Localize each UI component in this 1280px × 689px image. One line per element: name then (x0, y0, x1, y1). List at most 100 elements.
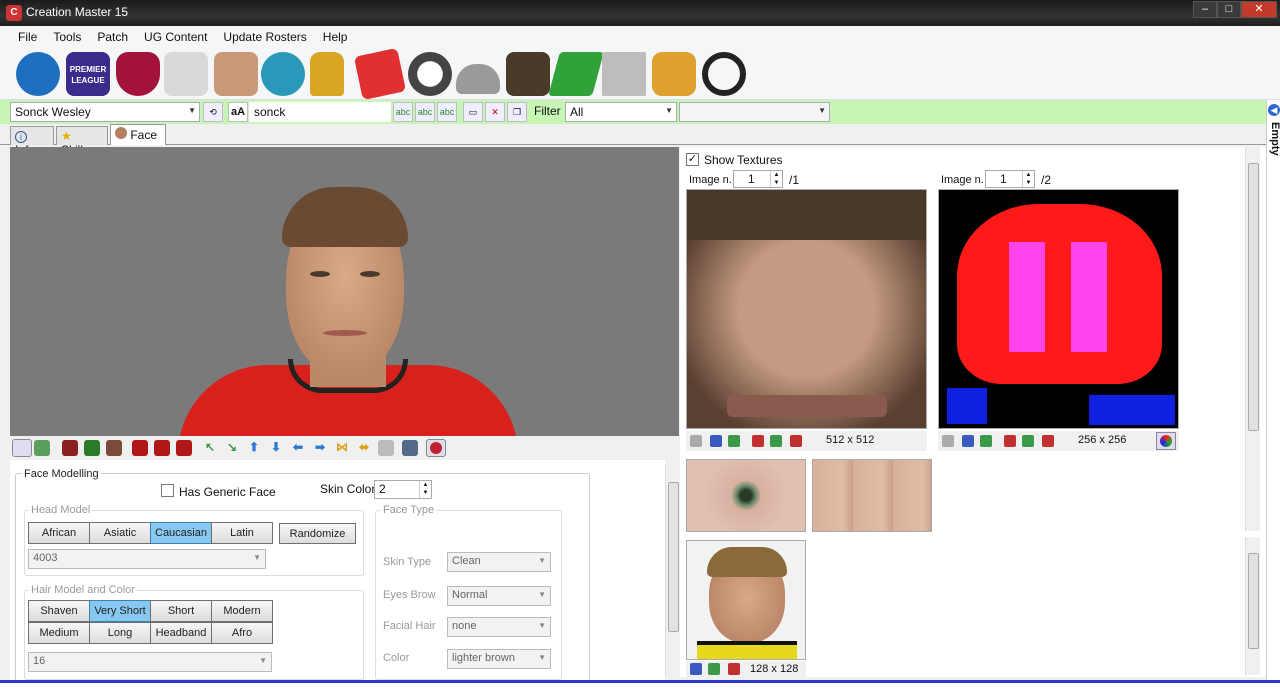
player-icon[interactable] (214, 52, 258, 96)
head-asiatic-button[interactable]: Asiatic (89, 522, 151, 544)
randomize-button[interactable]: Randomize (279, 523, 356, 544)
pitch-icon[interactable] (548, 52, 604, 96)
newspaper-icon[interactable] (602, 52, 646, 96)
spell-check-3-icon[interactable]: abc (437, 102, 457, 122)
stepper-arrows-icon[interactable]: ▲ ▼ (419, 481, 431, 498)
zoom-in-icon[interactable]: ⋈ (334, 440, 350, 456)
hair-modern-button[interactable]: Modern (211, 600, 273, 622)
import-photo-icon[interactable] (690, 663, 702, 675)
import-alpha-icon[interactable] (752, 435, 764, 447)
delete-texture-icon[interactable] (1042, 435, 1054, 447)
head-red-icon[interactable] (62, 440, 78, 456)
menu-help[interactable]: Help (315, 26, 356, 48)
goalkeeper-gloves-icon[interactable] (652, 52, 696, 96)
hair-medium-button[interactable]: Medium (28, 622, 90, 644)
manager-icon[interactable] (506, 52, 550, 96)
hair-afro-button[interactable]: Afro (211, 622, 273, 644)
import-texture-icon[interactable] (710, 435, 722, 447)
arrow-down-icon[interactable]: ⬇ (268, 440, 284, 456)
export-texture-icon[interactable] (728, 435, 740, 447)
eye-icon[interactable] (12, 439, 32, 457)
color-wheel-button[interactable] (1156, 432, 1176, 450)
import-texture-icon[interactable] (962, 435, 974, 447)
search-input[interactable]: sonck (249, 102, 391, 122)
close-button[interactable]: ✕ (1241, 1, 1277, 18)
import-alpha-icon[interactable] (1004, 435, 1016, 447)
head-green-icon[interactable] (84, 440, 100, 456)
save-texture-icon[interactable] (942, 435, 954, 447)
head-african-button[interactable]: African (28, 522, 90, 544)
head-model-select[interactable]: 4003 ▼ (28, 549, 266, 569)
globe-icon[interactable] (16, 52, 60, 96)
hair-short-button[interactable]: Short (150, 600, 212, 622)
jersey-red-1-icon[interactable] (132, 440, 148, 456)
premier-league-icon[interactable]: PREMIER LEAGUE (66, 52, 110, 96)
eyes-brow-select[interactable]: Normal ▼ (447, 586, 551, 606)
arrow-left-icon[interactable]: ◀ (1268, 104, 1280, 116)
filter-select[interactable]: All ▼ (565, 102, 677, 122)
menu-update-rosters[interactable]: Update Rosters (215, 26, 314, 48)
skin-color-stepper[interactable]: 2 ▲ ▼ (374, 480, 432, 499)
head-caucasian-button[interactable]: Caucasian (150, 522, 212, 544)
referee-cards-icon[interactable] (353, 47, 407, 101)
arrow-down-right-icon[interactable]: ↘ (224, 440, 240, 456)
arrow-up-left-icon[interactable]: ↖ (202, 440, 218, 456)
stepper-arrows-icon[interactable]: ▲ ▼ (770, 171, 782, 187)
head-brown-icon[interactable] (106, 440, 122, 456)
maximize-button[interactable]: □ (1217, 1, 1241, 18)
minimize-button[interactable]: – (1193, 1, 1217, 18)
hair-long-button[interactable]: Long (89, 622, 151, 644)
hair-color-select[interactable]: lighter brown ▼ (447, 649, 551, 669)
delete-texture-icon[interactable] (790, 435, 802, 447)
copy-document-icon[interactable]: ❐ (507, 102, 527, 122)
arrow-left-icon[interactable]: ⬅ (290, 440, 306, 456)
tab-face[interactable]: Face (110, 124, 166, 145)
player-photo-image[interactable] (686, 540, 806, 660)
fc-barcelona-icon[interactable] (116, 52, 160, 96)
player-select[interactable]: Sonck Wesley ▼ (10, 102, 200, 122)
menu-tools[interactable]: Tools (45, 26, 89, 48)
export-texture-icon[interactable] (980, 435, 992, 447)
textures-top-scroll-thumb[interactable] (1248, 163, 1259, 431)
arrow-right-icon[interactable]: ➡ (312, 440, 328, 456)
menu-file[interactable]: File (10, 26, 45, 48)
hair-texture-image[interactable] (938, 189, 1179, 429)
stepper-arrows-icon[interactable]: ▲ ▼ (1022, 171, 1034, 187)
tab-skills[interactable]: ★ Skills (56, 126, 108, 157)
delete-document-icon[interactable]: ✕ (485, 102, 505, 122)
face-modelling-scrollbar[interactable] (665, 464, 680, 676)
refresh-view-icon[interactable] (34, 440, 50, 456)
football-icon[interactable] (408, 52, 452, 96)
hair-shaven-button[interactable]: Shaven (28, 600, 90, 622)
generic-face-checkbox[interactable] (161, 484, 174, 497)
face-modelling-scroll-thumb[interactable] (668, 482, 679, 632)
hair-image-stepper[interactable]: 1 ▲ ▼ (985, 170, 1035, 188)
skin-type-select[interactable]: Clean ▼ (447, 552, 551, 572)
textures-bottom-scrollbar[interactable] (1245, 537, 1260, 675)
jersey-red-3-icon[interactable] (176, 440, 192, 456)
menu-ug-content[interactable]: UG Content (136, 26, 215, 48)
refresh-button[interactable]: ⟲ (203, 102, 223, 122)
zoom-out-icon[interactable]: ⬌ (356, 440, 372, 456)
jersey-red-2-icon[interactable] (154, 440, 170, 456)
textures-top-scrollbar[interactable] (1245, 147, 1260, 531)
match-case-button[interactable]: aA (228, 102, 248, 122)
eye-texture-image[interactable] (686, 459, 806, 532)
headphones-icon[interactable] (702, 52, 746, 96)
facial-hair-select[interactable]: none ▼ (447, 617, 551, 637)
hair-headband-button[interactable]: Headband (150, 622, 212, 644)
delete-photo-icon[interactable] (728, 663, 740, 675)
hair-very-short-button[interactable]: Very Short (89, 600, 151, 622)
spell-check-1-icon[interactable]: abc (393, 102, 413, 122)
face-render-toggle-icon[interactable] (426, 439, 446, 457)
menu-patch[interactable]: Patch (89, 26, 136, 48)
export-photo-icon[interactable] (708, 663, 720, 675)
export-alpha-icon[interactable] (1022, 435, 1034, 447)
head-latin-button[interactable]: Latin (211, 522, 273, 544)
face-texture-image[interactable] (686, 189, 927, 429)
tab-info[interactable]: i Info (10, 126, 54, 157)
face-image-stepper[interactable]: 1 ▲ ▼ (733, 170, 783, 188)
trophy-icon[interactable] (310, 52, 344, 96)
jersey-icon[interactable] (164, 52, 208, 96)
save-texture-icon[interactable] (690, 435, 702, 447)
